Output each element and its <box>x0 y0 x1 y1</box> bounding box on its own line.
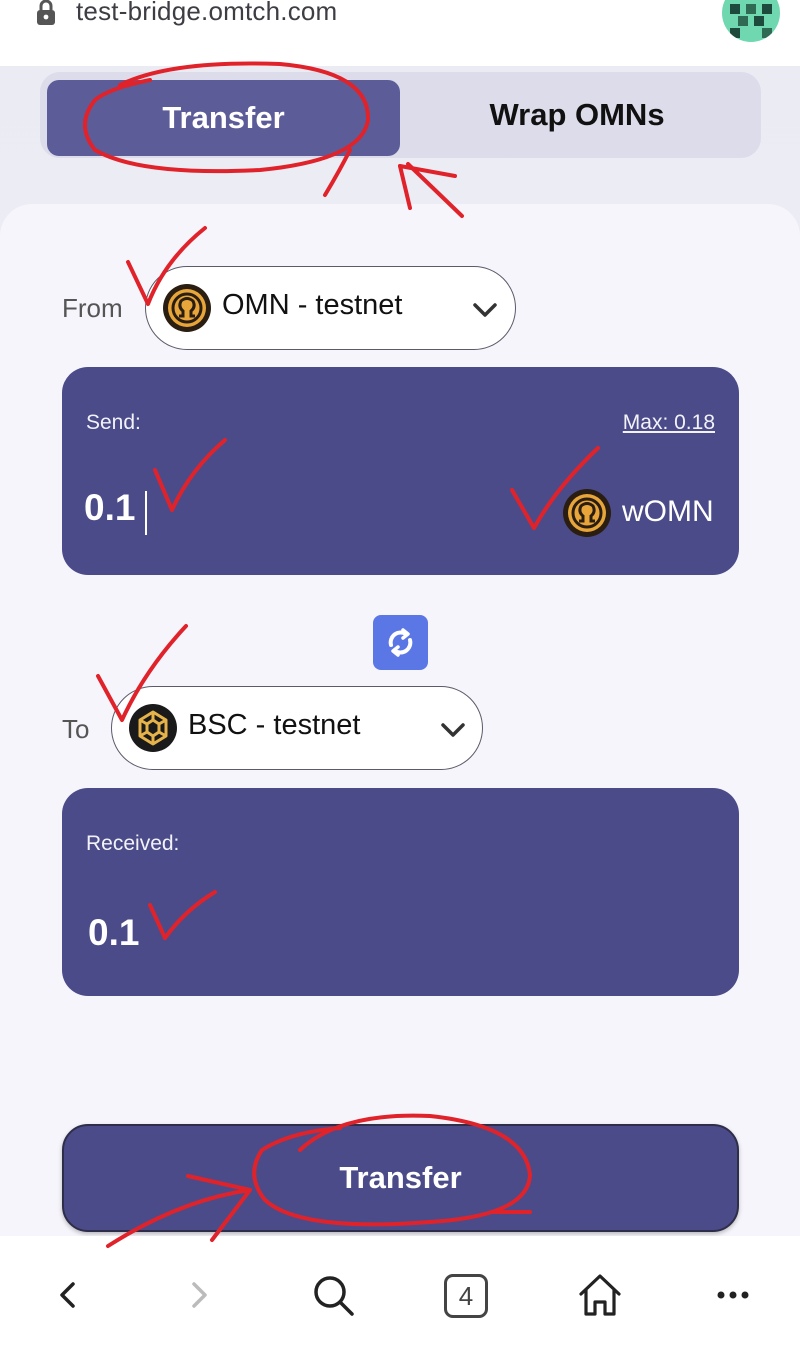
max-link[interactable]: Max: 0.18 <box>623 411 715 435</box>
to-label: To <box>62 714 90 744</box>
back-icon[interactable] <box>43 1270 93 1320</box>
received-amount: 0.1 <box>88 912 140 953</box>
chevron-down-icon <box>473 303 497 317</box>
url-text[interactable]: test-bridge.omtch.com <box>76 0 337 27</box>
omn-coin-icon <box>163 284 211 332</box>
from-chain-name: OMN - testnet <box>222 289 403 321</box>
lock-icon <box>37 0 55 25</box>
from-chain-select[interactable]: OMN - testnet <box>145 266 516 350</box>
swap-direction-button[interactable] <box>373 615 428 670</box>
received-label: Received: <box>86 832 180 855</box>
forward-icon[interactable] <box>174 1270 224 1320</box>
swap-icon <box>388 628 413 657</box>
home-icon[interactable] <box>575 1270 625 1320</box>
tab-count-button[interactable]: 4 <box>444 1274 488 1318</box>
avatar[interactable] <box>722 0 780 42</box>
browser-url-bar[interactable]: test-bridge.omtch.com <box>0 0 800 66</box>
womn-coin-icon <box>563 489 611 537</box>
to-chain-select[interactable]: BSC - testnet <box>111 686 483 770</box>
send-label: Send: <box>86 411 141 434</box>
send-amount-input[interactable] <box>84 487 384 529</box>
from-label: From <box>62 293 123 323</box>
send-token-name[interactable]: wOMN <box>622 495 714 529</box>
send-panel: Send: Max: 0.18 wOMN <box>62 367 739 575</box>
text-caret <box>145 491 147 535</box>
tab-transfer[interactable]: Transfer <box>47 80 400 156</box>
more-icon[interactable] <box>708 1270 758 1320</box>
to-chain-name: BSC - testnet <box>188 709 361 741</box>
transfer-button[interactable]: Transfer <box>62 1124 739 1232</box>
mode-tabs: Transfer Wrap OMNs <box>40 72 761 158</box>
bnb-coin-icon <box>129 704 177 752</box>
received-panel: Received: 0.1 <box>62 788 739 996</box>
search-icon[interactable] <box>308 1270 358 1320</box>
tab-wrap-omns[interactable]: Wrap OMNs <box>400 76 754 154</box>
chevron-down-icon <box>441 723 465 737</box>
browser-bottom-nav: 4 <box>0 1236 800 1354</box>
avatar-icon <box>722 0 780 42</box>
